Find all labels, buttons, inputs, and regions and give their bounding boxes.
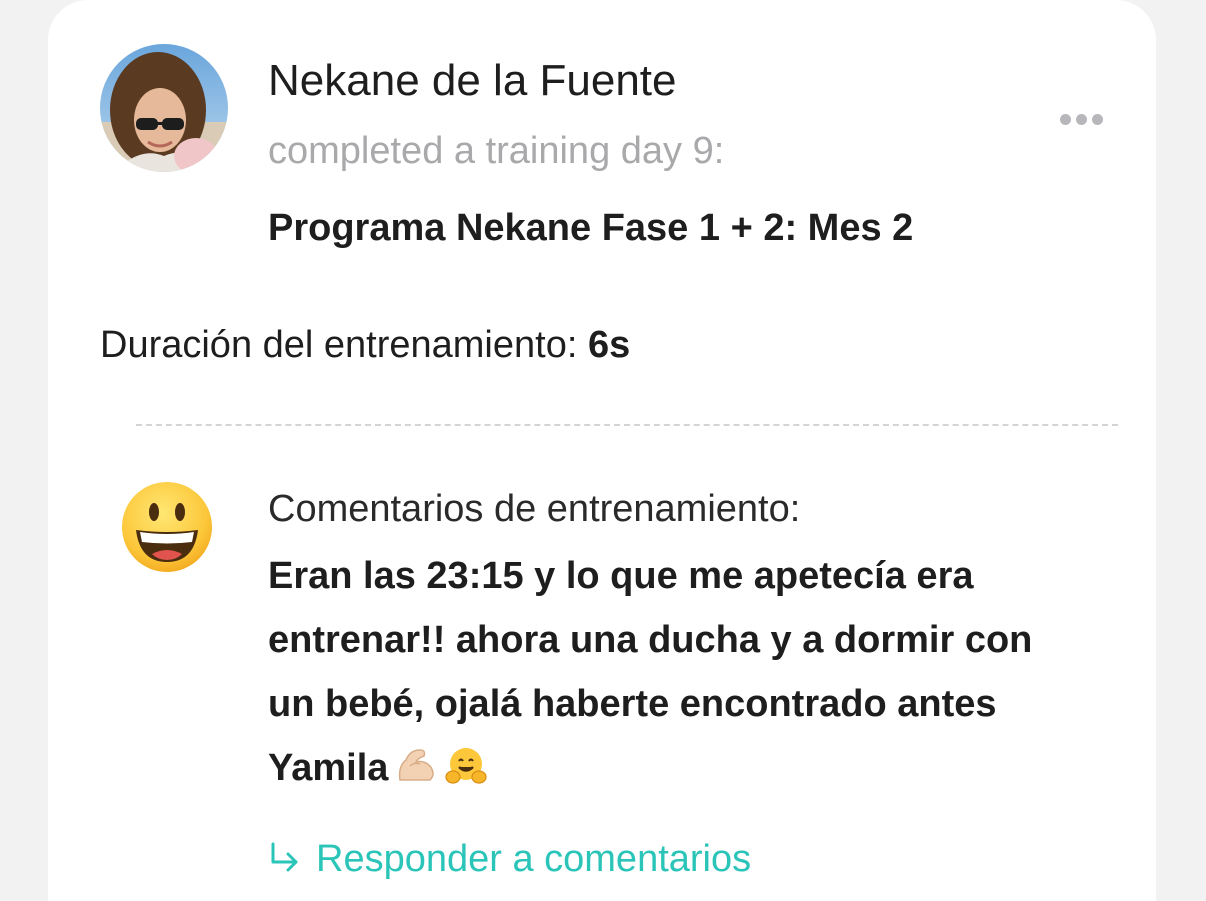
comment-line: Yamila: [268, 736, 1128, 806]
reply-to-comments-link[interactable]: Responder a comentarios: [268, 838, 751, 881]
reply-label: Responder a comentarios: [316, 838, 752, 880]
activity-card: Nekane de la Fuente completed a training…: [48, 0, 1156, 901]
comment-line: entrenar!! ahora una ducha y a dormir co…: [268, 619, 1033, 661]
comment-line: un bebé, ojalá haberte encontrado antes: [268, 683, 997, 725]
grinning-face-emoji: [120, 480, 214, 574]
more-horizontal-icon: [1059, 113, 1103, 125]
program-name[interactable]: Programa Nekane Fase 1 + 2: Mes 2: [268, 207, 913, 250]
comment-line: Eran las 23:15 y lo que me apetecía era: [268, 555, 974, 597]
more-options-button[interactable]: [1046, 104, 1116, 134]
hugging-face-emoji: [444, 742, 488, 806]
user-name[interactable]: Nekane de la Fuente: [268, 56, 677, 106]
reply-arrow-icon: [268, 842, 302, 877]
activity-description: completed a training day 9:: [268, 130, 725, 172]
comment-line-text: Yamila: [268, 747, 389, 789]
duration-value: 6s: [587, 324, 631, 366]
flexed-biceps-emoji: [394, 742, 438, 806]
avatar[interactable]: [100, 44, 228, 172]
training-duration: Duración del entrenamiento: 6s: [100, 324, 630, 367]
comment-text: Eran las 23:15 y lo que me apetecía era …: [268, 544, 1128, 806]
dashed-divider: [136, 424, 1118, 426]
comment-label: Comentarios de entrenamiento:: [268, 488, 801, 530]
duration-label: Duración del entrenamiento:: [100, 324, 578, 366]
